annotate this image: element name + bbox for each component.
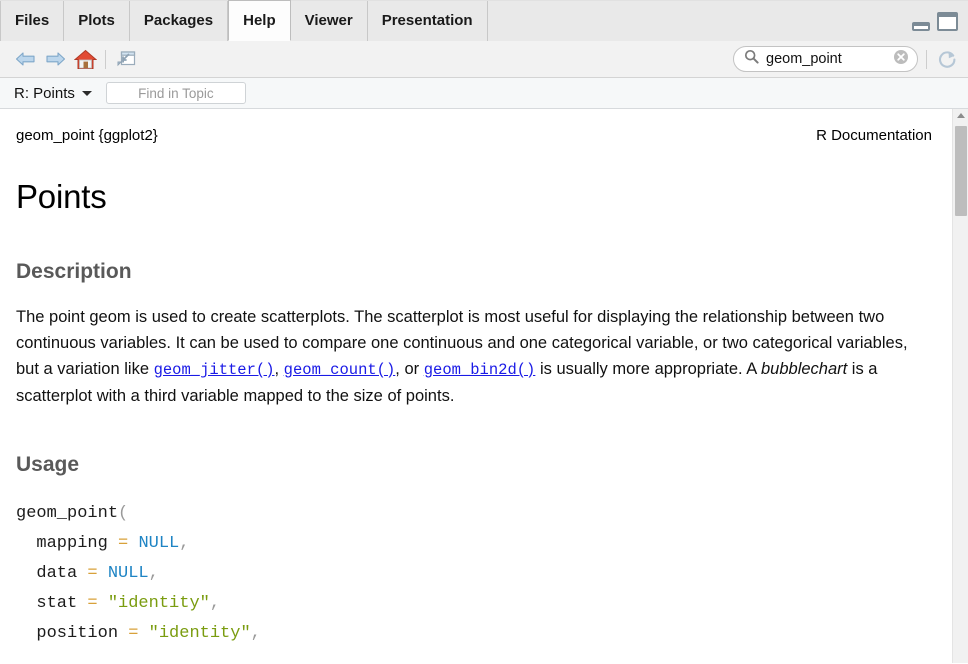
usage-equals-3: =	[118, 624, 149, 643]
help-document-viewport: geom_point {ggplot2} R Documentation Poi…	[0, 109, 968, 663]
description-text-2: ,	[274, 360, 284, 378]
link-geom-jitter[interactable]: geom_jitter()	[154, 361, 275, 379]
tab-presentation[interactable]: Presentation	[367, 1, 488, 41]
minimize-panel-icon[interactable]	[912, 22, 930, 31]
refresh-icon[interactable]	[932, 45, 962, 73]
usage-arg-position: position	[36, 624, 119, 643]
usage-function-name: geom_point	[16, 504, 119, 523]
usage-equals-0: =	[107, 534, 139, 553]
scroll-up-arrow-icon[interactable]	[957, 113, 965, 118]
home-icon[interactable]	[70, 45, 100, 73]
tab-plots[interactable]: Plots	[64, 1, 130, 41]
usage-equals-1: =	[77, 564, 108, 583]
search-input[interactable]: geom_point	[766, 51, 893, 67]
back-arrow-icon[interactable]	[10, 45, 40, 73]
forward-arrow-icon[interactable]	[40, 45, 70, 73]
open-in-new-window-icon[interactable]	[111, 45, 141, 73]
usage-comma-0: ,	[179, 534, 190, 553]
scrollbar-thumb[interactable]	[955, 126, 967, 216]
usage-equals-2: =	[77, 594, 108, 613]
maximize-panel-icon[interactable]	[937, 12, 958, 31]
document-header-left: geom_point {ggplot2}	[16, 127, 158, 144]
document-header-right: R Documentation	[816, 127, 932, 144]
document-scrollbar[interactable]	[952, 109, 968, 663]
document-header: geom_point {ggplot2} R Documentation	[16, 127, 932, 144]
usage-value-data: NULL	[107, 564, 149, 583]
usage-comma-1: ,	[148, 564, 159, 583]
tab-help[interactable]: Help	[228, 0, 291, 41]
usage-code-block: geom_point( mapping = NULL, data = NULL,…	[16, 499, 932, 649]
tab-packages[interactable]: Packages	[129, 1, 229, 41]
usage-arg-mapping: mapping	[36, 534, 108, 553]
toolbar-separator-1	[105, 49, 106, 69]
refresh-group	[921, 46, 962, 72]
usage-indent-0	[16, 534, 36, 553]
find-in-topic-input[interactable]: Find in Topic	[105, 82, 246, 104]
section-heading-usage: Usage	[16, 453, 80, 476]
usage-value-position: "identity"	[148, 624, 251, 643]
panel-window-controls	[912, 12, 958, 31]
help-topic-bar: R: Points Find in Topic	[0, 78, 968, 109]
usage-open-paren: (	[118, 504, 129, 523]
usage-indent-3	[16, 624, 36, 643]
chevron-down-icon[interactable]	[81, 90, 92, 96]
usage-arg-data: data	[36, 564, 78, 583]
description-text-3: , or	[395, 360, 424, 378]
help-document-content: geom_point {ggplot2} R Documentation Poi…	[0, 109, 952, 663]
usage-arg-stat: stat	[36, 594, 78, 613]
tab-strip-filler	[487, 1, 968, 41]
tab-files[interactable]: Files	[0, 1, 65, 41]
toolbar-separator-2	[926, 49, 927, 69]
usage-comma-2: ,	[209, 594, 221, 613]
usage-value-stat: "identity"	[107, 594, 210, 613]
section-heading-description: Description	[16, 260, 132, 283]
tab-viewer[interactable]: Viewer	[290, 1, 368, 41]
page-title: Points	[16, 178, 107, 215]
usage-indent-2	[16, 594, 36, 613]
help-navigation-toolbar: geom_point	[0, 41, 968, 78]
description-emphasis-bubblechart: bubblechart	[760, 360, 848, 378]
link-geom-bin2d[interactable]: geom_bin2d()	[424, 361, 536, 379]
description-text-4: is usually more appropriate. A	[535, 360, 761, 378]
usage-comma-3: ,	[250, 624, 261, 643]
search-icon	[744, 49, 759, 69]
link-geom-count[interactable]: geom_count()	[284, 361, 396, 379]
topic-title[interactable]: R: Points	[14, 85, 75, 102]
search-help-box[interactable]: geom_point	[733, 46, 918, 72]
panel-tab-strip: Files Plots Packages Help Viewer Present…	[0, 0, 968, 41]
usage-indent-1	[16, 564, 36, 583]
clear-search-icon[interactable]	[893, 49, 909, 70]
usage-value-mapping: NULL	[138, 534, 180, 553]
description-paragraph: The point geom is used to create scatter…	[16, 304, 916, 409]
